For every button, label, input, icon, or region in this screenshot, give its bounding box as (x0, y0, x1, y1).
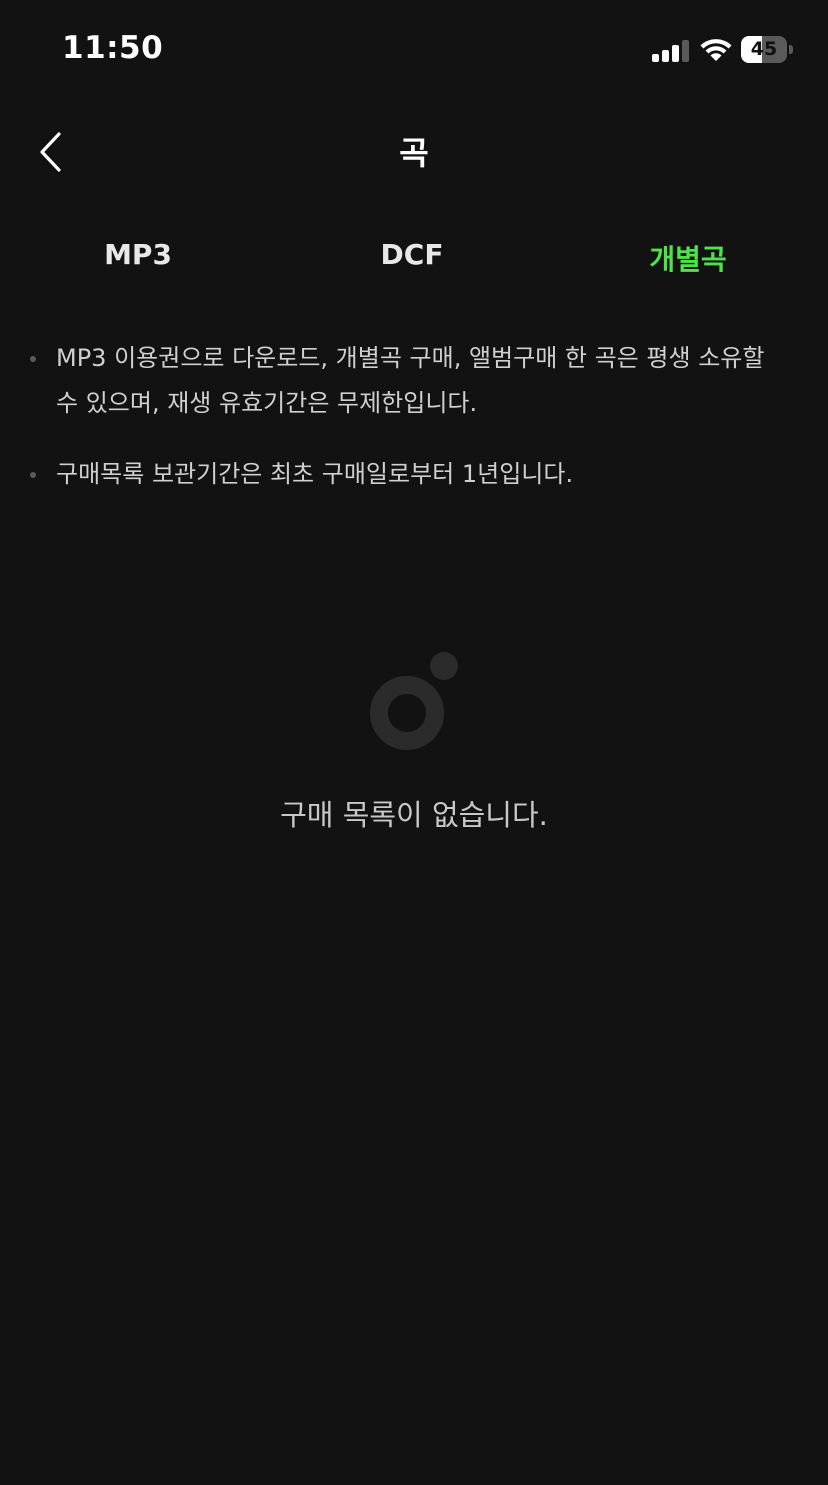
signal-icon (652, 38, 690, 62)
battery-icon: 45 (741, 36, 793, 64)
notice-list: MP3 이용권으로 다운로드, 개별곡 구매, 앨범구매 한 곡은 평생 소유할… (30, 336, 790, 523)
bullet-icon (30, 356, 36, 362)
notice-item: MP3 이용권으로 다운로드, 개별곡 구매, 앨범구매 한 곡은 평생 소유할… (30, 336, 790, 426)
page-title: 곡 (399, 134, 429, 172)
notice-item: 구매목록 보관기간은 최초 구매일로부터 1년입니다. (30, 452, 790, 497)
wifi-icon (700, 39, 732, 61)
status-bar: 11:50 45 (0, 0, 828, 100)
empty-state-message: 구매 목록이 없습니다. (280, 798, 548, 832)
status-time: 11:50 (62, 30, 164, 66)
tab-mp3[interactable]: MP3 (0, 238, 276, 271)
tab-bar: MP3 DCF 개별곡 (0, 226, 828, 290)
header: 곡 (0, 110, 828, 194)
notice-text: 구매목록 보관기간은 최초 구매일로부터 1년입니다. (56, 460, 574, 488)
tab-individual-songs[interactable]: 개별곡 (550, 238, 826, 278)
battery-percentage: 45 (750, 38, 778, 60)
tab-dcf[interactable]: DCF (274, 238, 550, 271)
bullet-icon (30, 472, 36, 478)
empty-music-icon (370, 652, 458, 750)
notice-text: MP3 이용권으로 다운로드, 개별곡 구매, 앨범구매 한 곡은 평생 소유할… (56, 344, 765, 417)
